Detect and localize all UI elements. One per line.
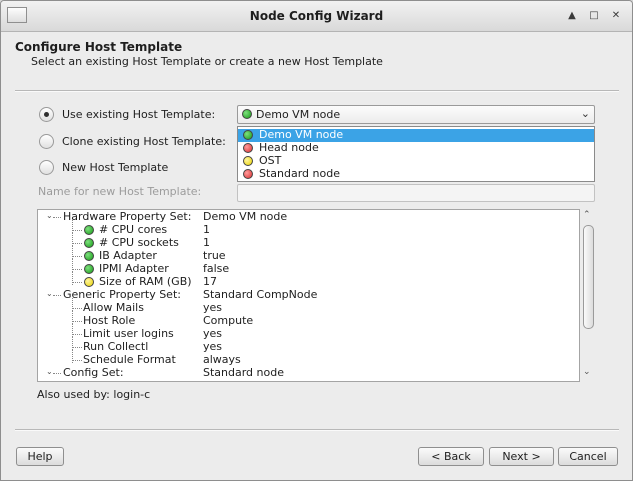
tree-key: # CPU sockets	[99, 236, 179, 249]
title-bar[interactable]: Node Config Wizard ▲ □ ✕	[1, 1, 632, 32]
tree-key: # CPU cores	[99, 223, 168, 236]
wizard-window: Node Config Wizard ▲ □ ✕ Configure Host …	[0, 0, 633, 481]
close-icon[interactable]: ✕	[608, 8, 624, 24]
tree-value: false	[203, 262, 230, 275]
scroll-thumb[interactable]	[583, 225, 594, 329]
host-template-dropdown: Demo VM node Head node OST Standard node	[237, 126, 595, 182]
tree-value: true	[203, 249, 226, 262]
cancel-button[interactable]: Cancel	[558, 447, 618, 466]
status-red-icon	[243, 143, 253, 153]
tree-key: Host Role	[83, 314, 136, 327]
new-template-radio[interactable]	[39, 160, 54, 175]
tree-value: Standard CompNode	[203, 288, 318, 301]
status-green-icon	[84, 251, 94, 261]
tree-key: Generic Property Set:	[63, 288, 181, 301]
status-green-icon	[243, 130, 253, 140]
tree-scrollbar[interactable]: ⌃ ⌄	[581, 209, 595, 382]
host-template-select-value: Demo VM node	[256, 108, 341, 121]
use-existing-radio[interactable]	[39, 107, 54, 122]
new-template-label[interactable]: New Host Template	[62, 161, 168, 174]
tree-key: Hardware Property Set:	[63, 210, 192, 223]
tree-row[interactable]: ⌄ Config Set: Standard node	[38, 366, 579, 380]
scroll-down-icon[interactable]: ⌄	[583, 367, 591, 377]
tree-value: Compute	[203, 314, 254, 327]
status-red-icon	[243, 169, 253, 179]
page-title: Configure Host Template	[15, 40, 183, 54]
tree-value: yes	[203, 301, 223, 314]
clone-existing-radio[interactable]	[39, 134, 54, 149]
new-template-name-label: Name for new Host Template:	[38, 185, 202, 198]
new-template-name-input[interactable]	[237, 184, 595, 202]
collapse-icon[interactable]: ⌄	[46, 289, 53, 298]
tree-value: Demo VM node	[203, 210, 288, 223]
window-title: Node Config Wizard	[249, 9, 384, 23]
chevron-up-icon[interactable]: ▲	[564, 8, 580, 24]
back-button[interactable]: < Back	[418, 447, 484, 466]
status-green-icon	[84, 264, 94, 274]
host-template-select[interactable]: Demo VM node ⌄	[237, 105, 595, 124]
clone-existing-label[interactable]: Clone existing Host Template:	[62, 135, 226, 148]
tree-value: 1	[203, 223, 210, 236]
dropdown-option-standard-node[interactable]: Standard node	[238, 167, 594, 181]
dropdown-option-label: Head node	[259, 141, 319, 154]
tree-key: Limit user logins	[83, 327, 174, 340]
header-divider	[15, 90, 619, 92]
tree-key: IPMI Adapter	[99, 262, 169, 275]
use-existing-label[interactable]: Use existing Host Template:	[62, 108, 215, 121]
tree-value: yes	[203, 340, 223, 353]
dropdown-option-label: Demo VM node	[259, 128, 344, 141]
collapse-icon[interactable]: ⌄	[46, 367, 53, 376]
status-green-icon	[84, 225, 94, 235]
dropdown-option-head-node[interactable]: Head node	[238, 141, 594, 155]
tree-key: Config Set:	[63, 366, 124, 379]
tree-value: Standard node	[203, 366, 284, 379]
help-button[interactable]: Help	[16, 447, 64, 466]
property-tree[interactable]: ⌄ Hardware Property Set: Demo VM node # …	[37, 209, 580, 382]
chevron-down-icon[interactable]: ⌄	[581, 107, 590, 120]
status-green-icon	[242, 109, 252, 119]
tree-value: 1	[203, 236, 210, 249]
status-green-icon	[84, 238, 94, 248]
maximize-icon[interactable]: □	[586, 8, 602, 24]
page-subtitle: Select an existing Host Template or crea…	[31, 55, 383, 68]
tree-value: yes	[203, 327, 223, 340]
next-button[interactable]: Next >	[489, 447, 554, 466]
also-used-by-text: Also used by: login-c	[37, 388, 151, 401]
tree-key: IB Adapter	[99, 249, 157, 262]
page-header: Configure Host Template Select an existi…	[1, 33, 632, 78]
tree-value: 17	[203, 275, 217, 288]
tree-key: Schedule Format	[83, 353, 176, 366]
tree-key: Allow Mails	[83, 301, 144, 314]
collapse-icon[interactable]: ⌄	[46, 211, 53, 220]
tree-key: Run Collectl	[83, 340, 149, 353]
footer-divider	[15, 429, 619, 431]
scroll-up-icon[interactable]: ⌃	[583, 210, 591, 220]
tree-value: always	[203, 353, 241, 366]
dropdown-option-label: OST	[259, 154, 282, 167]
dropdown-option-label: Standard node	[259, 167, 340, 180]
status-yellow-icon	[84, 277, 94, 287]
tree-key: Size of RAM (GB)	[99, 275, 192, 288]
status-yellow-icon	[243, 156, 253, 166]
